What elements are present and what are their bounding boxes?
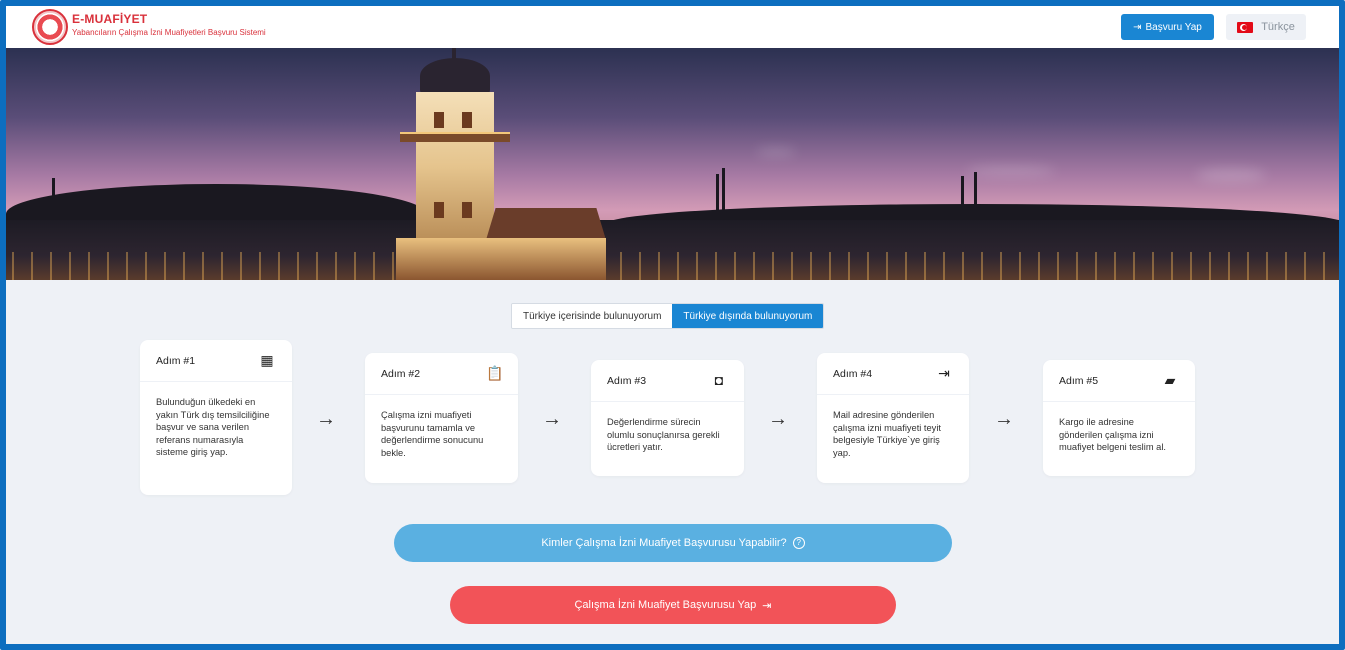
who-can-apply-label: Kimler Çalışma İzni Muafiyet Başvurusu Y… [541,537,787,549]
brand-subtitle: Yabancıların Çalışma İzni Muafiyetleri B… [72,28,266,37]
top-header: E-MUAFİYET Yabancıların Çalışma İzni Mua… [6,6,1339,48]
apply-exemption-button[interactable]: Çalışma İzni Muafiyet Başvurusu Yap ⇥ [450,586,896,624]
step-2-text: Çalışma izni muafiyeti başvurunu tamamla… [381,410,484,458]
ministry-logo[interactable] [32,9,68,45]
step-card-5: Adım #5 ▰ Kargo ile adresine gönderilen … [1043,360,1195,476]
step-card-1: Adım #1 ▦ Bulunduğun ülkedeki en yakın T… [140,340,292,495]
step-5-text: Kargo ile adresine gönderilen çalışma iz… [1059,417,1166,452]
option-outside-turkey[interactable]: Türkiye dışında bulunuyorum [672,304,824,328]
door-enter-icon: ⇥ [938,365,950,381]
language-label: Türkçe [1261,21,1295,33]
arrow-right-icon: → [994,408,1014,430]
step-card-2: Adım #2 📋 Çalışma izni muafiyeti başvuru… [365,353,518,483]
step-card-4: Adım #4 ⇥ Mail adresine gönderilen çalış… [817,353,969,483]
step-2-title: Adım #2 [381,367,421,380]
page-frame: E-MUAFİYET Yabancıların Çalışma İzni Mua… [0,0,1345,650]
step-1-title: Adım #1 [156,354,196,367]
step-1-text: Bulunduğun ülkedeki en yakın Türk dış te… [156,397,270,457]
step-3-title: Adım #3 [607,374,647,387]
clipboard-icon: 📋 [486,365,504,381]
apply-button[interactable]: ⇥ Başvuru Yap [1121,14,1214,40]
mailbox-icon: ▰ [1164,372,1176,388]
question-circle-icon: ? [792,537,805,549]
hero-banner-image [6,48,1339,280]
who-can-apply-button[interactable]: Kimler Çalışma İzni Muafiyet Başvurusu Y… [394,524,952,562]
step-card-3: Adım #3 ◘ Değerlendirme sürecin olumlu s… [591,360,744,476]
location-toggle: Türkiye içerisinde bulunuyorum Türkiye d… [511,303,825,329]
arrow-right-icon: → [316,408,336,430]
step-5-title: Adım #5 [1059,374,1099,387]
login-icon: ⇥ [762,599,772,612]
step-4-title: Adım #4 [833,367,873,380]
turkey-flag-icon [1237,21,1254,33]
apply-button-label: Başvuru Yap [1145,21,1202,33]
language-selector[interactable]: Türkçe [1226,14,1306,40]
apply-exemption-label: Çalışma İzni Muafiyet Başvurusu Yap [574,599,757,611]
brand-title[interactable]: E-MUAFİYET [72,12,147,26]
arrow-right-icon: → [542,408,562,430]
step-4-text: Mail adresine gönderilen çalışma izni mu… [833,410,941,458]
arrow-right-icon: → [768,408,788,430]
login-icon: ⇥ [1133,21,1142,33]
option-inside-turkey[interactable]: Türkiye içerisinde bulunuyorum [512,304,673,328]
money-icon: ◘ [714,372,724,388]
maiden-tower [396,48,606,280]
step-3-text: Değerlendirme sürecin olumlu sonuçlanırs… [607,417,720,452]
building-icon: ▦ [260,352,274,368]
